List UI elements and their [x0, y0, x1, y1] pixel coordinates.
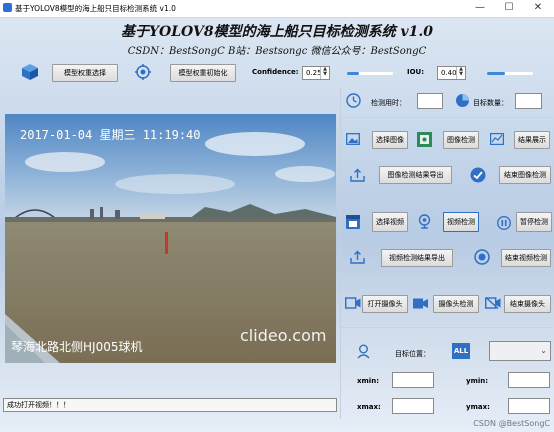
- export-icon: [350, 168, 365, 182]
- export-video-result-button[interactable]: 视频检测结果导出: [381, 249, 453, 267]
- image-detect-icon: [417, 132, 432, 147]
- close-button[interactable]: ✕: [523, 0, 553, 17]
- camera-detect-button[interactable]: 摄像头检测: [433, 295, 479, 313]
- title-bar: 基于YOLOV8模型的海上船只目标检测系统 v1.0 — ☐ ✕: [0, 0, 554, 18]
- export-image-result-button[interactable]: 图像检测结果导出: [379, 166, 452, 184]
- camera-detect-icon: [413, 298, 428, 309]
- show-result-button[interactable]: 结果展示: [514, 131, 550, 149]
- stop-circle-icon: [474, 249, 490, 265]
- video-timestamp-overlay: 2017-01-04 星期三 11:19:40: [20, 128, 201, 142]
- detect-time-field: [417, 93, 443, 109]
- model-select-button[interactable]: 模型权重选择: [52, 64, 118, 82]
- window-title: 基于YOLOV8模型的海上船只目标检测系统 v1.0: [15, 4, 176, 13]
- finish-image-detect-button[interactable]: 结束图像检测: [499, 166, 551, 184]
- confidence-label: Confidence:: [252, 68, 299, 76]
- detect-time-label: 检测用时：: [371, 99, 406, 107]
- section-divider: [341, 117, 553, 118]
- camera-icon: [345, 297, 361, 309]
- spin-arrows-icon[interactable]: ▲ ▼: [320, 67, 329, 79]
- export-icon: [350, 250, 365, 264]
- ymax-label: ymax:: [466, 403, 490, 411]
- minimize-button[interactable]: —: [465, 0, 495, 17]
- open-camera-button[interactable]: 打开摄像头: [362, 295, 408, 313]
- main-window: 基于YOLOV8模型的海上船只目标检测系统 v1.0 — ☐ ✕ 基于YOLOV…: [0, 0, 554, 432]
- video-file-icon: [346, 215, 360, 229]
- check-circle-icon: [470, 167, 486, 183]
- target-settings-icon: [135, 64, 151, 80]
- clock-icon: [346, 93, 361, 108]
- target-count-field: [515, 93, 542, 109]
- video-detect-button[interactable]: 视频检测: [443, 212, 479, 232]
- confidence-slider-fill: [347, 72, 359, 75]
- app-icon: [3, 3, 12, 12]
- section-divider: [341, 282, 553, 283]
- vertical-divider: [340, 87, 341, 419]
- close-camera-button[interactable]: 结束摄像头: [504, 295, 551, 313]
- pie-chart-icon: [456, 94, 469, 107]
- chevron-down-icon: ⌄: [540, 346, 547, 355]
- iou-label: IOU:: [407, 68, 425, 76]
- select-video-button[interactable]: 选择视频: [372, 212, 408, 232]
- video-watermark-overlay: clideo.com: [240, 326, 327, 345]
- maximize-button[interactable]: ☐: [494, 0, 524, 17]
- iou-value: 0.40: [441, 69, 457, 77]
- select-image-button[interactable]: 选择图像: [372, 131, 408, 149]
- finish-video-detect-button[interactable]: 结束视频检测: [501, 249, 551, 267]
- confidence-slider[interactable]: [347, 72, 393, 75]
- xmax-label: xmax:: [357, 403, 381, 411]
- image-icon: [346, 133, 360, 145]
- video-display: 2017-01-04 星期三 11:19:40 clideo.com 琴海北路北…: [5, 114, 336, 363]
- video-location-overlay: 琴海北路北侧HJ005球机: [11, 340, 143, 354]
- iou-spinbox[interactable]: 0.40 ▲ ▼: [437, 66, 466, 80]
- page-subtitle: CSDN：BestSongC B站：Bestsongc 微信公众号：BestSo…: [127, 46, 427, 57]
- section-divider: [341, 198, 553, 199]
- target-select-dropdown[interactable]: ⌄: [489, 341, 551, 361]
- model-init-button[interactable]: 模型权重初始化: [170, 64, 236, 82]
- iou-slider-fill: [487, 72, 506, 75]
- target-count-label: 目标数量：: [473, 99, 508, 107]
- section-divider: [341, 327, 553, 328]
- webcam-icon: [418, 214, 431, 229]
- footer-watermark: CSDN @BestSongC: [473, 419, 550, 428]
- xmin-label: xmin:: [357, 377, 379, 385]
- ymin-field: [508, 372, 550, 388]
- location-pin-icon: [357, 344, 370, 359]
- all-badge-icon: ALL: [452, 343, 470, 359]
- xmin-field: [392, 372, 434, 388]
- line-chart-icon: [490, 133, 504, 145]
- ymin-label: ymin:: [466, 377, 489, 385]
- image-detect-button[interactable]: 图像检测: [443, 131, 479, 149]
- xmax-field: [392, 398, 434, 414]
- spin-arrows-icon[interactable]: ▲ ▼: [456, 67, 465, 79]
- iou-slider[interactable]: [487, 72, 533, 75]
- pause-icon: [497, 216, 511, 230]
- cube-icon: [22, 64, 38, 80]
- target-position-label: 目标位置：: [395, 350, 430, 358]
- page-title: 基于YOLOV8模型的海上船只目标检测系统 v1.0: [121, 24, 433, 40]
- pause-detect-button[interactable]: 暂停检测: [516, 212, 552, 232]
- camera-off-icon: [485, 297, 501, 309]
- status-bar: 成功打开视频！！！: [3, 398, 337, 412]
- confidence-spinbox[interactable]: 0.25 ▲ ▼: [302, 66, 330, 80]
- ymax-field: [508, 398, 550, 414]
